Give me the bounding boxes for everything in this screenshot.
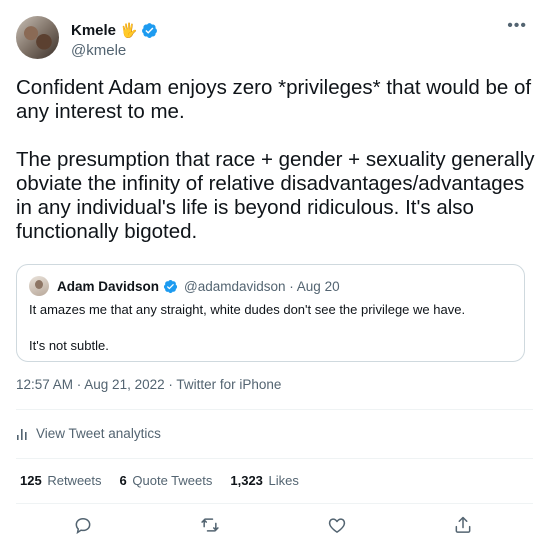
author-display-name[interactable]: Kmele (71, 22, 116, 39)
tweet-stats: 125 Retweets 6 Quote Tweets 1,323 Likes (20, 473, 299, 488)
author-avatar[interactable] (16, 16, 59, 59)
reply-icon (75, 517, 91, 535)
tweet-timestamp[interactable]: 12:57 AM · Aug 21, 2022 · Twitter for iP… (16, 377, 281, 392)
author-info: Kmele 🖐 @kmele (71, 21, 158, 59)
retweets-label: Retweets (47, 473, 102, 488)
quoted-paragraph: It amazes me that any straight, white du… (29, 302, 466, 317)
likes-count: 1,323 (230, 473, 263, 488)
more-icon[interactable]: ••• (507, 18, 527, 34)
tweet-text: Confident Adam enjoys zero *privileges* … (16, 76, 536, 244)
quote-tweets-count: 6 (119, 473, 127, 488)
share-button[interactable] (452, 514, 474, 536)
hand-emoji-icon: 🖐 (120, 22, 138, 38)
likes-stat[interactable]: 1,323 Likes (230, 473, 299, 488)
reply-button[interactable] (72, 514, 94, 536)
retweets-count: 125 (20, 473, 42, 488)
quote-tweets-label: Quote Tweets (132, 473, 213, 488)
verified-icon (163, 279, 178, 293)
likes-label: Likes (268, 473, 299, 488)
like-icon (328, 518, 346, 533)
author-name-row: Kmele 🖐 (71, 21, 158, 39)
view-analytics-link[interactable]: View Tweet analytics (16, 426, 161, 441)
analytics-label: View Tweet analytics (36, 426, 161, 441)
quoted-paragraph: It's not subtle. (29, 338, 109, 353)
quoted-author-avatar (29, 276, 49, 296)
divider (16, 409, 533, 410)
retweets-stat[interactable]: 125 Retweets (20, 473, 102, 488)
divider (16, 503, 533, 504)
analytics-icon (17, 428, 27, 440)
retweet-button[interactable] (199, 514, 221, 536)
tweet: Kmele 🖐 @kmele ••• Confident Adam enjoys… (0, 0, 549, 552)
action-bar (0, 514, 549, 536)
author-handle[interactable]: @kmele (71, 42, 158, 59)
quoted-tweet-text: It amazes me that any straight, white du… (29, 301, 509, 355)
quoted-author-handle-date: @adamdavidson · Aug 20 (184, 278, 340, 294)
verified-icon (142, 22, 158, 38)
quoted-author-name: Adam Davidson (57, 278, 160, 294)
quote-tweets-stat[interactable]: 6 Quote Tweets (120, 473, 213, 488)
like-button[interactable] (326, 514, 348, 536)
quoted-tweet-header: Adam Davidson @adamdavidson · Aug 20 (29, 276, 340, 296)
retweet-icon (201, 518, 219, 532)
quoted-tweet[interactable]: Adam Davidson @adamdavidson · Aug 20 It … (16, 264, 525, 362)
tweet-paragraph: The presumption that race + gender + sex… (16, 148, 535, 243)
tweet-paragraph: Confident Adam enjoys zero *privileges* … (16, 76, 532, 123)
share-icon (455, 516, 471, 533)
divider (16, 458, 533, 459)
